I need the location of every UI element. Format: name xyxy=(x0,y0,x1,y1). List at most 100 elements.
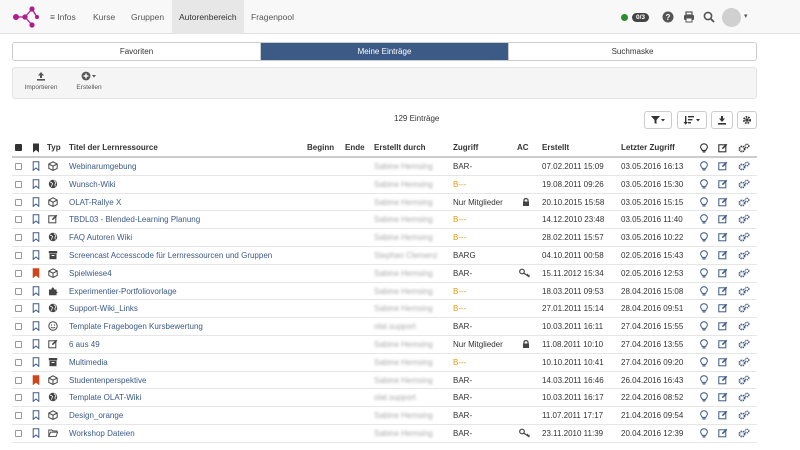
resource-title-link[interactable]: Multimedia xyxy=(69,354,108,371)
edit-icon[interactable] xyxy=(718,392,728,402)
lightbulb-icon[interactable] xyxy=(699,321,709,331)
select-all-checkbox[interactable] xyxy=(15,144,22,151)
cogs-icon[interactable] xyxy=(738,321,750,331)
bookmark-icon[interactable] xyxy=(31,161,41,171)
resource-title-link[interactable]: Design_orange xyxy=(69,407,123,424)
app-logo[interactable] xyxy=(10,4,40,30)
tab-suchmaske[interactable]: Suchmaske xyxy=(509,43,756,60)
edit-icon[interactable] xyxy=(718,339,728,349)
row-checkbox[interactable] xyxy=(15,376,22,384)
bookmark-icon[interactable] xyxy=(31,214,41,225)
bookmark-icon[interactable] xyxy=(31,374,41,385)
resource-title-link[interactable]: Studentenperspektive xyxy=(69,372,146,389)
col-ac[interactable]: AC xyxy=(517,140,529,157)
row-checkbox[interactable] xyxy=(15,323,22,331)
bookmark-icon[interactable] xyxy=(31,250,41,260)
tab-meine-eintraege[interactable]: Meine Einträge xyxy=(261,43,509,60)
import-button[interactable]: Importieren xyxy=(21,71,61,91)
search-icon[interactable] xyxy=(703,11,715,23)
resource-title-link[interactable]: 6 aus 49 xyxy=(69,336,100,353)
col-access[interactable]: Zugriff xyxy=(453,140,478,157)
resource-title-link[interactable]: OLAT-Rallye X xyxy=(69,194,121,211)
edit-icon[interactable] xyxy=(718,197,728,207)
cogs-icon[interactable] xyxy=(738,268,750,278)
col-last-access[interactable]: Letzter Zugriff xyxy=(621,140,675,157)
row-checkbox[interactable] xyxy=(15,163,22,170)
sort-button[interactable] xyxy=(677,111,707,129)
cogs-icon[interactable] xyxy=(738,428,750,438)
resource-title-link[interactable]: Wunsch-Wiki xyxy=(69,176,116,193)
online-status[interactable]: 0/3 xyxy=(621,0,650,34)
row-checkbox[interactable] xyxy=(15,305,22,313)
cogs-icon[interactable] xyxy=(738,250,750,260)
edit-icon[interactable] xyxy=(718,232,728,242)
tab-favoriten[interactable]: Favoriten xyxy=(13,43,261,60)
resource-title-link[interactable]: Workshop Dateien xyxy=(69,425,135,442)
resource-title-link[interactable]: FAQ Autoren Wiki xyxy=(69,229,132,246)
user-menu-caret-icon[interactable]: ▾ xyxy=(744,12,748,20)
download-button[interactable] xyxy=(711,111,733,129)
lightbulb-icon[interactable] xyxy=(699,339,709,349)
row-checkbox[interactable] xyxy=(15,269,22,277)
lightbulb-icon[interactable] xyxy=(699,357,709,367)
bookmark-icon[interactable] xyxy=(31,285,41,296)
lightbulb-icon[interactable] xyxy=(699,303,709,313)
row-checkbox[interactable] xyxy=(15,394,22,402)
bookmark-icon[interactable] xyxy=(31,428,41,438)
edit-icon[interactable] xyxy=(718,375,728,385)
col-begin[interactable]: Beginn xyxy=(307,140,334,157)
row-checkbox[interactable] xyxy=(15,429,22,437)
resource-title-link[interactable]: Template Fragebogen Kursbewertung xyxy=(69,318,203,335)
cogs-icon[interactable] xyxy=(738,197,750,207)
col-created-by[interactable]: Erstellt durch xyxy=(374,140,426,157)
print-icon[interactable] xyxy=(683,11,695,23)
bookmark-icon[interactable] xyxy=(31,196,41,207)
edit-icon[interactable] xyxy=(718,303,728,313)
lightbulb-icon[interactable] xyxy=(699,392,709,402)
lightbulb-icon[interactable] xyxy=(699,410,709,420)
cogs-icon[interactable] xyxy=(738,339,750,349)
cogs-icon[interactable] xyxy=(738,303,750,313)
resource-title-link[interactable]: TBDL03 - Blended-Learning Planung xyxy=(69,211,200,228)
nav-gruppen[interactable]: Gruppen xyxy=(124,0,171,34)
edit-icon[interactable] xyxy=(718,250,728,260)
cogs-icon[interactable] xyxy=(738,357,750,367)
resource-title-link[interactable]: Experimentier-Portfoliovorlage xyxy=(69,283,177,300)
create-button[interactable]: Erstellen xyxy=(69,71,109,91)
cogs-icon[interactable] xyxy=(738,232,750,242)
cogs-icon[interactable] xyxy=(738,286,750,296)
row-checkbox[interactable] xyxy=(15,251,22,259)
cogs-icon[interactable] xyxy=(738,214,750,224)
edit-icon[interactable] xyxy=(718,321,728,331)
cogs-icon[interactable] xyxy=(738,161,750,171)
lightbulb-icon[interactable] xyxy=(699,161,709,171)
lightbulb-icon[interactable] xyxy=(699,428,709,438)
lightbulb-icon[interactable] xyxy=(699,268,709,278)
user-avatar[interactable] xyxy=(722,8,741,27)
nav-autorenbereich[interactable]: Autorenbereich xyxy=(172,0,244,34)
help-icon[interactable]: ? xyxy=(662,11,674,23)
bookmark-icon[interactable] xyxy=(31,303,41,314)
nav-kurse[interactable]: Kurse xyxy=(86,0,122,34)
lightbulb-icon[interactable] xyxy=(699,179,709,189)
nav-infos[interactable]: ≡ Infos xyxy=(43,0,83,34)
row-checkbox[interactable] xyxy=(15,198,22,206)
lightbulb-icon[interactable] xyxy=(699,196,709,207)
row-checkbox[interactable] xyxy=(15,287,22,295)
row-checkbox[interactable] xyxy=(15,180,22,188)
resource-title-link[interactable]: Support-Wiki_Links xyxy=(69,300,138,317)
bookmark-icon[interactable] xyxy=(31,392,41,403)
table-settings-button[interactable] xyxy=(737,111,757,129)
nav-fragenpool[interactable]: Fragenpool xyxy=(244,0,301,34)
row-checkbox[interactable] xyxy=(15,216,22,224)
row-checkbox[interactable] xyxy=(15,340,22,348)
col-title[interactable]: Titel der Lernressource xyxy=(69,140,158,157)
resource-title-link[interactable]: Spielwiese4 xyxy=(69,265,112,282)
edit-icon[interactable] xyxy=(718,428,728,438)
bookmark-icon[interactable] xyxy=(31,268,41,278)
cogs-icon[interactable] xyxy=(738,179,750,189)
lightbulb-icon[interactable] xyxy=(699,250,709,260)
edit-icon[interactable] xyxy=(718,214,728,224)
bookmark-icon[interactable] xyxy=(31,410,41,421)
edit-icon[interactable] xyxy=(718,286,728,296)
